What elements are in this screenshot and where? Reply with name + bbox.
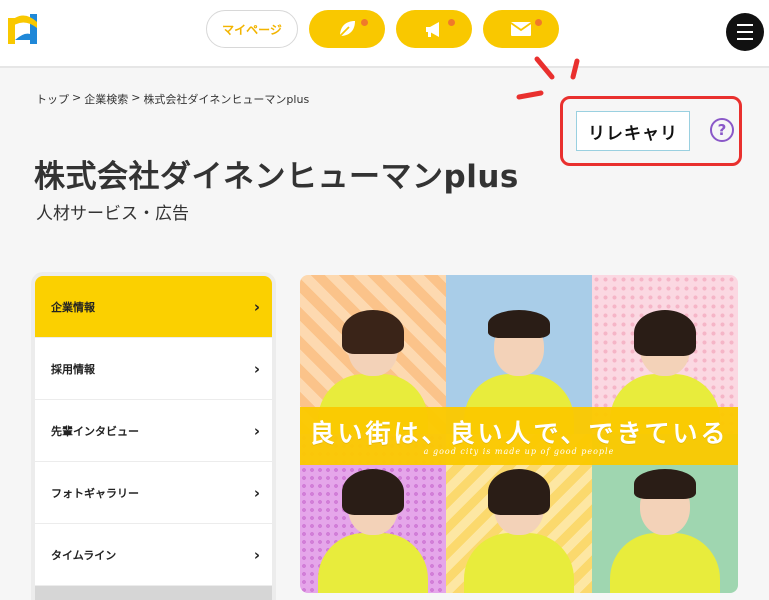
hamburger-icon-bar	[737, 38, 753, 40]
sidebar-item-label: 採用情報	[51, 362, 95, 376]
hamburger-icon-bar	[737, 31, 753, 33]
rirekyari-badge[interactable]: リレキャリ	[576, 111, 690, 151]
notification-dot	[448, 19, 455, 26]
hero-subtitle: a good city is made up of good people	[423, 447, 615, 456]
person-figure	[314, 469, 432, 593]
site-header: マイページ	[0, 0, 769, 68]
chevron-right-icon: ›	[253, 483, 260, 502]
megaphone-icon	[426, 22, 439, 37]
leaf-icon	[339, 21, 355, 37]
sidebar-item-recruitment[interactable]: 採用情報 ›	[35, 338, 272, 399]
mypage-button[interactable]: マイページ	[206, 10, 298, 48]
sidebar-item-timeline[interactable]: タイムライン ›	[35, 524, 272, 585]
sidebar-item-interviews[interactable]: 先輩インタビュー ›	[35, 400, 272, 461]
chevron-right-icon: ›	[253, 421, 260, 440]
notification-dot	[535, 19, 542, 26]
sidebar-item-label: タイムライン	[51, 548, 117, 562]
breadcrumb-top-link[interactable]: トップ	[36, 91, 69, 107]
chevron-right-icon: ›	[253, 297, 260, 316]
breadcrumb-current: 株式会社ダイネンヒューマンplus	[143, 93, 310, 106]
breadcrumb-separator: >	[131, 91, 141, 104]
hamburger-icon-bar	[737, 24, 753, 26]
mail-icon	[510, 22, 532, 36]
sidebar-item-photo-gallery[interactable]: フォトギャラリー ›	[35, 462, 272, 523]
company-sidebar-nav: 企業情報 › 採用情報 › 先輩インタビュー › フォトギャラリー › タイムラ…	[31, 272, 276, 600]
chevron-right-icon: ›	[253, 359, 260, 378]
sidebar-item-label: 企業情報	[51, 300, 95, 314]
sidebar-item-label: フォトギャラリー	[51, 486, 139, 500]
hamburger-menu-button[interactable]	[726, 13, 764, 51]
company-name: 株式会社ダイネンヒューマンplus	[34, 159, 519, 195]
announcements-button[interactable]	[396, 10, 472, 48]
chevron-right-icon: ›	[253, 545, 260, 564]
favorites-button[interactable]	[309, 10, 385, 48]
breadcrumb-search-link[interactable]: 企業検索	[84, 91, 128, 107]
help-icon[interactable]: ?	[710, 118, 734, 142]
breadcrumb-separator: >	[72, 91, 82, 104]
sidebar-item-label: 先輩インタビュー	[51, 424, 139, 438]
h-logo-icon[interactable]	[6, 10, 42, 46]
person-figure	[460, 469, 578, 593]
messages-button[interactable]	[483, 10, 559, 48]
sidebar-item-company-info[interactable]: 企業情報 ›	[35, 276, 272, 337]
company-industry: 人材サービス・広告	[36, 204, 189, 224]
notification-dot	[361, 19, 368, 26]
person-figure	[606, 469, 724, 593]
hero-slogan: 良い街は、良い人で、できている	[309, 419, 729, 448]
sidebar-next-item[interactable]	[35, 586, 272, 600]
breadcrumb: トップ > 企業検索 > 株式会社ダイネンヒューマンplus	[36, 91, 309, 107]
hero-image: 良い街は、良い人で、できている a good city is made up o…	[300, 275, 738, 593]
